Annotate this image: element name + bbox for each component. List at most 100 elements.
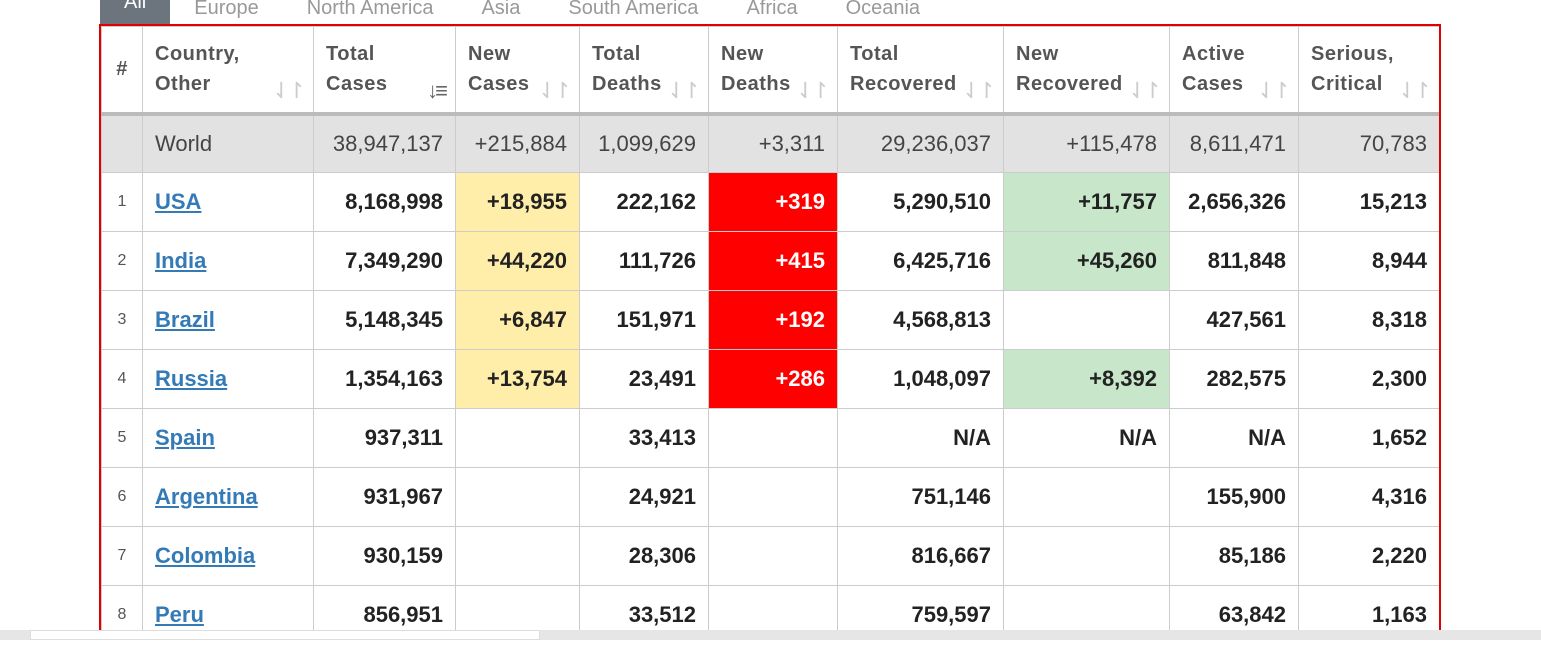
tab-all[interactable]: All: [100, 0, 171, 24]
sort-icon[interactable]: ⇃↾: [1128, 78, 1162, 104]
active-cases-cell: N/A: [1169, 408, 1299, 468]
sort-icon[interactable]: ⇃↾: [667, 78, 701, 104]
active-cases-cell: 282,575: [1169, 349, 1299, 409]
total-deaths-cell: 222,162: [579, 172, 709, 232]
country-cell: Russia: [142, 349, 314, 409]
tab-europe[interactable]: Europe: [170, 0, 283, 24]
total-cases-cell: 5,148,345: [313, 290, 456, 350]
rank-cell: 2: [101, 231, 143, 291]
country-link[interactable]: Peru: [155, 602, 204, 627]
active-cases-cell: 2,656,326: [1169, 172, 1299, 232]
col-new-recovered-header[interactable]: New Recovered ⇃↾: [1003, 26, 1170, 116]
col-new-deaths-header[interactable]: New Deaths ⇃↾: [708, 26, 838, 116]
table-row: 3 Brazil 5,148,345 +6,847 151,971 +192 4,568,8…: [101, 290, 1439, 350]
col-new-cases-header[interactable]: New Cases ⇃↾: [455, 26, 580, 116]
new-cases-cell: [455, 408, 580, 468]
new-recovered-cell: [1003, 290, 1170, 350]
country-link[interactable]: Russia: [155, 366, 227, 391]
sort-desc-icon[interactable]: ↓≡: [427, 78, 448, 104]
tab-asia[interactable]: Asia: [457, 0, 544, 24]
horizontal-scrollbar[interactable]: [0, 630, 1541, 640]
tab-north-america[interactable]: North America: [283, 0, 458, 24]
total-cases-cell: 38,947,137: [313, 113, 456, 173]
total-deaths-cell: 23,491: [579, 349, 709, 409]
col-total-recovered-header[interactable]: Total Recovered ⇃↾: [837, 26, 1004, 116]
total-recovered-cell: 29,236,037: [837, 113, 1004, 173]
total-cases-cell: 937,311: [313, 408, 456, 468]
new-deaths-cell: [708, 467, 838, 527]
active-cases-cell: 811,848: [1169, 231, 1299, 291]
total-deaths-cell: 33,413: [579, 408, 709, 468]
new-deaths-cell: +286: [708, 349, 838, 409]
rank-cell: 7: [101, 526, 143, 586]
total-recovered-cell: 816,667: [837, 526, 1004, 586]
country-cell: Argentina: [142, 467, 314, 527]
country-link[interactable]: Brazil: [155, 307, 215, 332]
rank-cell: 4: [101, 349, 143, 409]
header-row: # Country, Other ⇃↾ Total Cases ↓≡ New Cases ⇃…: [101, 26, 1439, 116]
country-link[interactable]: Spain: [155, 425, 215, 450]
table-row: 2 India 7,349,290 +44,220 111,726 +415 6,425,7…: [101, 231, 1439, 291]
sort-icon[interactable]: ⇃↾: [962, 78, 996, 104]
country-cell: Brazil: [142, 290, 314, 350]
total-deaths-cell: 151,971: [579, 290, 709, 350]
new-recovered-cell: +115,478: [1003, 113, 1170, 173]
country-link[interactable]: Colombia: [155, 543, 255, 568]
new-recovered-cell: +11,757: [1003, 172, 1170, 232]
rank-cell: [101, 113, 143, 173]
total-recovered-cell: 6,425,716: [837, 231, 1004, 291]
country-link[interactable]: India: [155, 248, 206, 273]
rank-cell: 1: [101, 172, 143, 232]
total-cases-cell: 931,967: [313, 467, 456, 527]
active-cases-cell: 155,900: [1169, 467, 1299, 527]
new-cases-cell: +44,220: [455, 231, 580, 291]
new-deaths-cell: +319: [708, 172, 838, 232]
country-cell: Spain: [142, 408, 314, 468]
total-cases-cell: 8,168,998: [313, 172, 456, 232]
country-link[interactable]: Argentina: [155, 484, 258, 509]
col-total-cases-header[interactable]: Total Cases ↓≡: [313, 26, 456, 116]
new-cases-cell: +215,884: [455, 113, 580, 173]
serious-critical-cell: 70,783: [1298, 113, 1439, 173]
serious-critical-cell: 4,316: [1298, 467, 1439, 527]
country-cell: Colombia: [142, 526, 314, 586]
continent-tabs: All Europe North America Asia South Amer…: [100, 0, 944, 24]
sort-icon[interactable]: ⇃↾: [1398, 78, 1432, 104]
new-cases-cell: [455, 526, 580, 586]
new-deaths-cell: +415: [708, 231, 838, 291]
highlighted-table-region: # Country, Other ⇃↾ Total Cases ↓≡ New Cases ⇃…: [99, 24, 1441, 638]
total-cases-cell: 7,349,290: [313, 231, 456, 291]
rank-cell: 3: [101, 290, 143, 350]
sort-icon[interactable]: ⇃↾: [796, 78, 830, 104]
col-country-header[interactable]: Country, Other ⇃↾: [142, 26, 314, 116]
new-deaths-cell: +3,311: [708, 113, 838, 173]
rank-cell: 5: [101, 408, 143, 468]
table-row: 6 Argentina 931,967 24,921 751,146 155,900 4,3…: [101, 467, 1439, 527]
total-cases-cell: 930,159: [313, 526, 456, 586]
new-recovered-cell: +45,260: [1003, 231, 1170, 291]
country-link[interactable]: USA: [155, 189, 201, 214]
tab-south-america[interactable]: South America: [544, 0, 722, 24]
sort-icon[interactable]: ⇃↾: [538, 78, 572, 104]
tab-africa[interactable]: Africa: [722, 0, 821, 24]
world-total-row: World 38,947,137 +215,884 1,099,629 +3,3…: [101, 113, 1439, 173]
countries-table: # Country, Other ⇃↾ Total Cases ↓≡ New Cases ⇃…: [101, 26, 1439, 636]
scrollbar-thumb[interactable]: [30, 630, 540, 640]
new-cases-cell: [455, 467, 580, 527]
serious-critical-cell: 15,213: [1298, 172, 1439, 232]
table-row: 7 Colombia 930,159 28,306 816,667 85,186 2,220: [101, 526, 1439, 586]
sort-icon[interactable]: ⇃↾: [1257, 78, 1291, 104]
total-recovered-cell: N/A: [837, 408, 1004, 468]
serious-critical-cell: 1,652: [1298, 408, 1439, 468]
col-total-deaths-header[interactable]: Total Deaths ⇃↾: [579, 26, 709, 116]
table-row: 1 USA 8,168,998 +18,955 222,162 +319 5,290,510…: [101, 172, 1439, 232]
serious-critical-cell: 8,318: [1298, 290, 1439, 350]
tab-oceania[interactable]: Oceania: [822, 0, 945, 24]
total-deaths-cell: 1,099,629: [579, 113, 709, 173]
new-recovered-cell: N/A: [1003, 408, 1170, 468]
serious-critical-cell: 2,220: [1298, 526, 1439, 586]
country-name: World: [142, 113, 314, 173]
col-active-cases-header[interactable]: Active Cases ⇃↾: [1169, 26, 1299, 116]
sort-icon[interactable]: ⇃↾: [272, 78, 306, 104]
col-serious-critical-header[interactable]: Serious, Critical ⇃↾: [1298, 26, 1439, 116]
